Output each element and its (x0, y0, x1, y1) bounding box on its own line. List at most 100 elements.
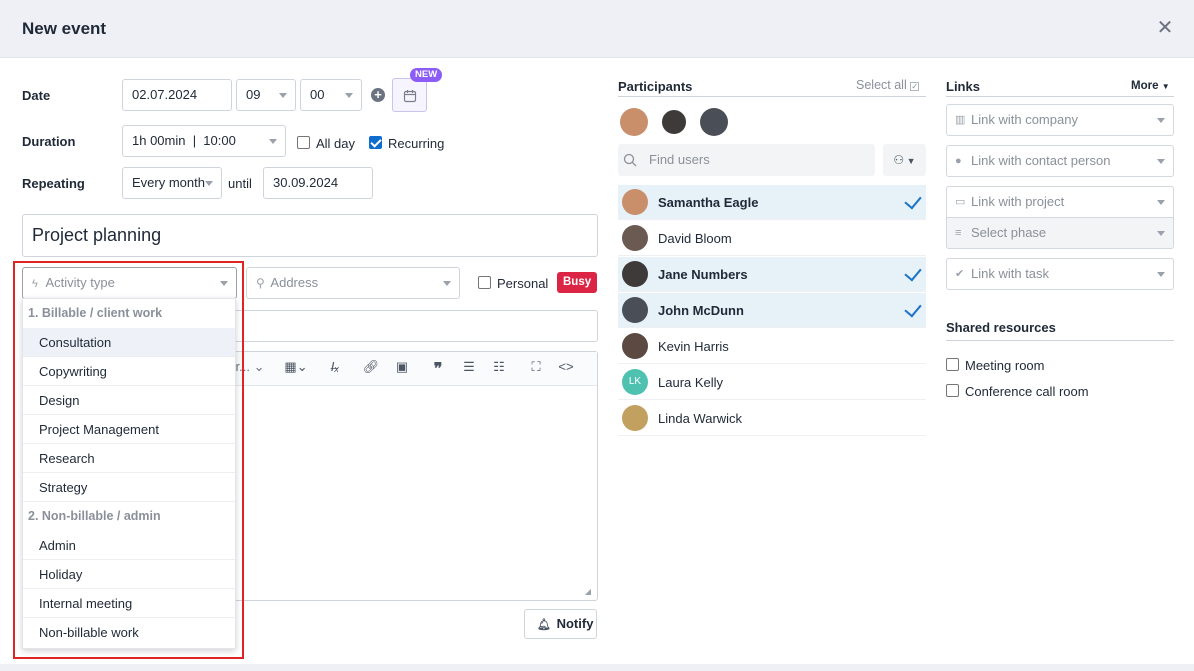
meeting-room-label: Meeting room (965, 358, 1045, 373)
chevron-down-icon (205, 181, 213, 186)
chevron-down-icon (1157, 231, 1165, 236)
participant-name: John McDunn (658, 303, 744, 318)
notify-button[interactable]: 🔔︎ Notify (524, 609, 597, 639)
conference-room-checkbox[interactable] (946, 384, 959, 397)
link-contact-select[interactable]: ● Link with contact person (946, 145, 1174, 177)
chevron-down-icon (1157, 159, 1165, 164)
personal-checkbox[interactable] (478, 276, 491, 289)
hour-value: 09 (246, 87, 261, 102)
dialog-title: New event (22, 19, 107, 38)
shared-resources-divider (946, 340, 1174, 341)
avatar-initials: LK (622, 369, 648, 395)
link-project-label: Link with project (971, 194, 1065, 209)
link-task-select[interactable]: ✔ Link with task (946, 258, 1174, 290)
highlight-frame (13, 261, 244, 659)
avatar[interactable] (660, 108, 688, 136)
check-icon (904, 299, 922, 318)
date-input[interactable]: 02.07.2024 (122, 79, 232, 111)
busy-badge[interactable]: Busy (557, 272, 598, 293)
link-company-label: Link with company (971, 112, 1078, 127)
find-users-input[interactable]: Find users (618, 144, 875, 176)
link-project-select[interactable]: ▭ Link with project (946, 186, 1174, 218)
fullscreen-icon[interactable]: ⛶ (527, 359, 545, 377)
user-group-button[interactable]: ⚇ ▼ (883, 144, 926, 176)
chevron-down-icon (1157, 200, 1165, 205)
checkmark-icon: ✔ (955, 268, 965, 280)
image-icon[interactable]: ▣ (393, 359, 411, 377)
address-input[interactable]: ⚲ Address (246, 267, 460, 299)
table-icon[interactable]: ▦⌄ (280, 359, 312, 377)
more-label: More (1131, 80, 1159, 92)
add-time-icon[interactable]: + (371, 88, 385, 102)
duration-label: Duration (22, 134, 76, 149)
chevron-down-icon (1157, 118, 1165, 123)
select-all-link[interactable]: Select all ✓ (856, 78, 920, 92)
event-title-input[interactable]: Project planning (22, 214, 598, 257)
date-label: Date (22, 88, 51, 103)
numbered-list-icon[interactable]: ☷ (490, 359, 508, 377)
notify-label: Notify (556, 616, 594, 631)
link-icon[interactable]: 🔗︎ (362, 359, 380, 377)
chevron-down-icon: ▼ (904, 156, 916, 166)
avatar[interactable] (620, 108, 648, 136)
avatar (622, 189, 648, 215)
person-icon: ● (955, 155, 962, 167)
meeting-room-checkbox[interactable] (946, 358, 959, 371)
new-badge: NEW (410, 68, 443, 82)
recurring-checkbox[interactable] (369, 136, 382, 149)
clear-format-icon[interactable]: I̶ₓ (326, 359, 344, 377)
participant-row[interactable]: David Bloom (618, 221, 926, 256)
participant-row[interactable]: John McDunn (618, 293, 926, 328)
duration-select[interactable]: 1h 00min | 10:00 (122, 125, 286, 157)
recurring-label: Recurring (388, 136, 445, 151)
link-company-select[interactable]: ▥ Link with company (946, 104, 1174, 136)
avatar (622, 297, 648, 323)
calendar-icon (403, 90, 417, 103)
participant-name: Kevin Harris (658, 339, 729, 354)
links-title: Links (946, 79, 980, 94)
until-label: until (228, 176, 252, 191)
repeating-label: Repeating (22, 176, 85, 191)
repeating-select[interactable]: Every month (122, 167, 222, 199)
resize-handle-icon[interactable]: ◢ (585, 587, 591, 596)
more-menu-button[interactable]: More ▼ (1131, 80, 1170, 92)
dialog-header: New event ✕ (0, 0, 1194, 58)
chevron-down-icon (279, 93, 287, 98)
code-icon[interactable]: <> (556, 359, 576, 377)
select-all-label: Select all (856, 78, 907, 92)
checkbox-small-icon: ✓ (910, 82, 920, 91)
repeating-value: Every month (132, 175, 205, 190)
minute-select[interactable]: 00 (300, 79, 362, 111)
building-icon: ▥ (955, 114, 966, 126)
allday-checkbox[interactable] (297, 136, 310, 149)
participant-name: David Bloom (658, 231, 732, 246)
hour-select[interactable]: 09 (236, 79, 296, 111)
avatar[interactable] (700, 108, 728, 136)
participant-row[interactable]: Jane Numbers (618, 257, 926, 292)
duration-value: 1h 00min | 10:00 (132, 133, 236, 148)
shared-resources-title: Shared resources (946, 320, 1056, 335)
participant-name: Jane Numbers (658, 267, 748, 282)
quote-icon[interactable]: ❞ (430, 359, 446, 378)
link-contact-label: Link with contact person (971, 153, 1111, 168)
personal-label: Personal (497, 276, 549, 291)
participant-row[interactable]: LK Laura Kelly (618, 365, 926, 400)
chevron-down-icon (269, 139, 277, 144)
chevron-down-icon: ▼ (1161, 82, 1170, 91)
bullet-list-icon[interactable]: ☰ (460, 359, 478, 377)
until-date-input[interactable]: 30.09.2024 (263, 167, 373, 199)
allday-label: All day (316, 136, 356, 151)
participant-row[interactable]: Linda Warwick (618, 401, 926, 436)
participants-title: Participants (618, 79, 693, 94)
close-icon[interactable]: ✕ (1156, 18, 1174, 38)
bell-icon: 🔔︎ (537, 619, 551, 631)
links-divider (946, 96, 1174, 97)
check-icon (904, 263, 922, 282)
participant-name: Samantha Eagle (658, 195, 759, 210)
select-phase-select[interactable]: ≡ Select phase (946, 217, 1174, 249)
participant-row[interactable]: Kevin Harris (618, 329, 926, 364)
calendar-sync-button[interactable] (392, 78, 427, 112)
find-users-placeholder: Find users (649, 152, 710, 167)
avatar (622, 405, 648, 431)
participant-row[interactable]: Samantha Eagle (618, 185, 926, 220)
